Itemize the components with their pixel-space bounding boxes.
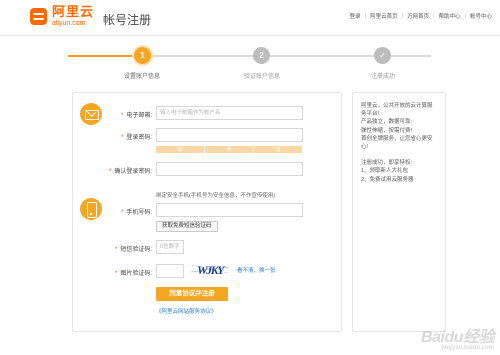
strength-strong: 强 xyxy=(254,146,303,153)
baidu-watermark: Baidu经验 jingyan.baidu.com xyxy=(421,323,494,351)
logo-domain: aliyun.com xyxy=(52,20,86,27)
nav-account-link[interactable]: 帐号中心 xyxy=(470,12,492,20)
required-mark: * xyxy=(114,271,118,277)
phone-binding-hint: 绑定安全手机(手机号为安全信息，不作宣传使用) xyxy=(156,193,276,199)
strength-weak: 弱 xyxy=(156,146,205,153)
sms-code-field[interactable] xyxy=(156,240,184,254)
aliyun-logo[interactable]: 阿里云 aliyun.com xyxy=(30,5,94,27)
progress-track xyxy=(150,55,253,57)
progress-track xyxy=(391,55,431,57)
progress-track-done xyxy=(68,55,134,57)
nav-divider: | xyxy=(433,13,435,19)
site-header: 阿里云 aliyun.com 帐号注册 登录 | 阿里云首页 | 万网首页 | … xyxy=(0,0,500,36)
required-mark: * xyxy=(120,113,124,119)
intro-line: 弹性伸缩，按需付费! xyxy=(361,127,413,134)
benefits-sidebar: 阿里云，公共开放的云计算服 务平台! 产品独立，数据可靠; 弹性伸缩，按需付费!… xyxy=(352,92,446,332)
benefits-title: 注册成功，即享特权: xyxy=(361,160,413,167)
captcha-field[interactable] xyxy=(156,264,184,278)
captcha-refresh-link[interactable]: 看不清，换一张 xyxy=(237,266,276,274)
intro-line: 首创全牌服务，让您省心更安 xyxy=(361,135,433,142)
top-navigation: 登录 | 阿里云首页 | 万网首页 | 帮助中心 | 帐号中心 xyxy=(350,12,492,20)
page-title: 帐号注册 xyxy=(103,13,152,27)
logo-name: 阿里云 xyxy=(52,4,95,19)
nav-wanwang-home-link[interactable]: 万网首页 xyxy=(407,12,429,20)
captcha-text: WJKY xyxy=(197,263,226,277)
intro-line: 产品独立，数据可靠; xyxy=(361,119,413,126)
watermark-text: Baidu经验 xyxy=(421,329,494,346)
password-field-label: * 登录密码: xyxy=(120,135,152,141)
intro-line: 心! xyxy=(361,144,369,151)
service-agreement-link[interactable]: 《阿里云网站服务协议》 xyxy=(156,307,217,315)
nav-divider: | xyxy=(464,13,466,19)
step-1-label: 设置账户信息 xyxy=(123,74,161,80)
intro-line: 阿里云，公共开放的云计算服 xyxy=(361,103,433,109)
required-mark: * xyxy=(120,135,124,141)
phone-icon xyxy=(80,198,102,220)
required-mark: * xyxy=(108,169,112,175)
phone-number-field[interactable] xyxy=(156,203,303,217)
phone-field-label: * 手机号码: xyxy=(120,210,152,216)
step-3-label: 注册成功 xyxy=(370,74,396,80)
benefit-item: 2、免费试用云服务器 xyxy=(361,176,414,183)
step-2-label: 验证账户信息 xyxy=(243,74,281,80)
nav-aliyun-home-link[interactable]: 阿里云首页 xyxy=(370,12,398,20)
registration-progress: 1 2 ✓ 设置账户信息 验证账户信息 注册成功 xyxy=(0,44,500,84)
nav-divider: | xyxy=(364,13,367,19)
strength-medium: 中 xyxy=(205,146,254,153)
nav-divider: | xyxy=(401,13,404,19)
nav-help-link[interactable]: 帮助中心 xyxy=(439,12,461,20)
aliyun-logo-icon xyxy=(30,7,47,25)
required-mark: * xyxy=(120,210,124,216)
benefit-item: 1、领取新人大礼包 xyxy=(361,168,409,175)
nav-login-link[interactable]: 登录 xyxy=(350,12,361,20)
password-field[interactable] xyxy=(156,128,303,142)
confirm-password-label: * 确认登录密码: xyxy=(108,169,152,175)
step-1-indicator: 1 xyxy=(134,47,151,64)
required-mark: * xyxy=(114,247,118,253)
sms-code-label: * 短信验证码: xyxy=(114,247,152,253)
confirm-password-field[interactable] xyxy=(156,162,303,176)
agree-and-register-button[interactable]: 同意协议并注册 xyxy=(156,287,228,301)
step-3-check-icon: ✓ xyxy=(374,47,391,64)
step-2-indicator: 2 xyxy=(253,47,270,64)
email-field[interactable] xyxy=(156,106,303,120)
email-field-label: * 电子邮箱: xyxy=(120,113,152,119)
get-sms-code-button[interactable]: 获取免费短信验证码 xyxy=(156,221,218,232)
progress-track xyxy=(270,55,374,57)
captcha-image[interactable]: WJKY xyxy=(190,261,230,277)
mail-icon xyxy=(80,103,102,125)
password-strength-meter: 弱 中 强 xyxy=(156,146,303,153)
intro-line: 务平台! xyxy=(361,111,380,118)
captcha-label: * 图片验证码: xyxy=(114,271,152,277)
